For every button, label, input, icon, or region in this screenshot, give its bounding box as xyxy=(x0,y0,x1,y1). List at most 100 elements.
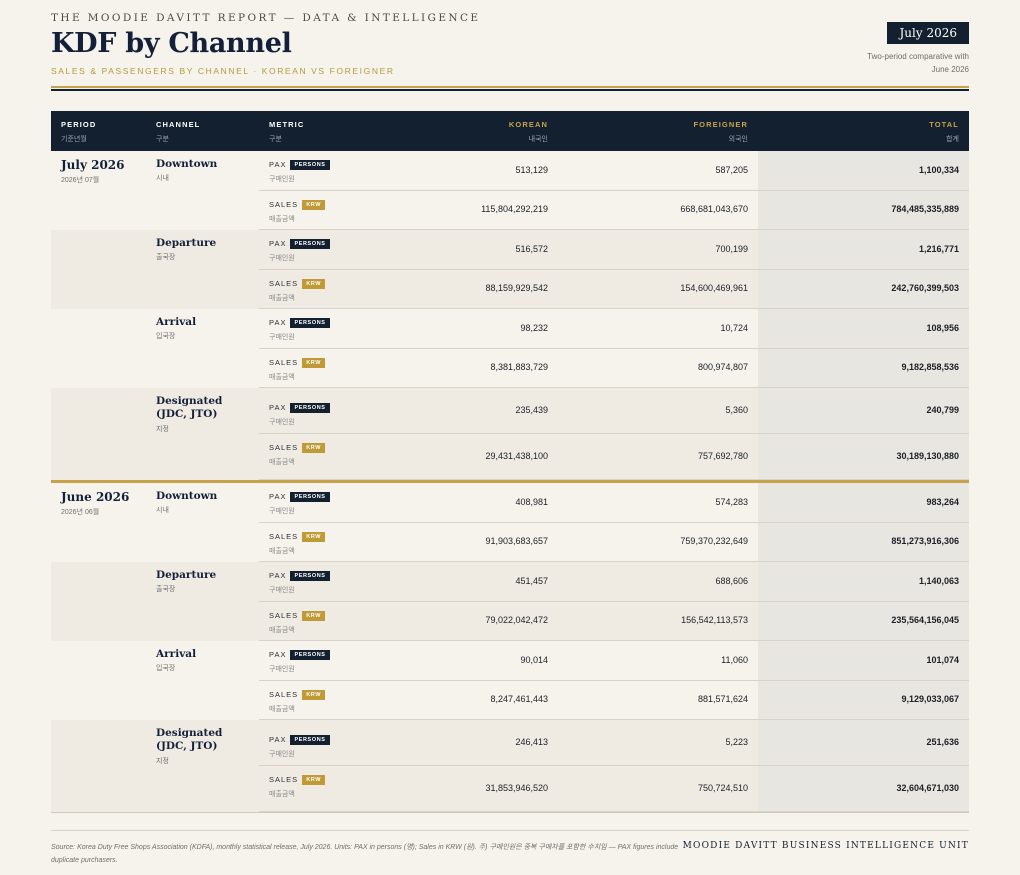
korean-value: 246,413 xyxy=(515,737,548,747)
foreigner-value: 156,542,113,573 xyxy=(681,615,748,626)
sales-metric-label: SALES KRW xyxy=(269,199,326,210)
table-row: SALES KRW 매출금액 88,159,929,542 154,600,469,96… xyxy=(259,270,969,309)
channel-table: PERIOD 기준년월 CHANNEL 구분 METRIC 구분 KOREAN … xyxy=(51,111,969,813)
unit-badge: KRW xyxy=(302,357,326,368)
channel-name: Departure xyxy=(156,237,217,249)
metric-name: SALES xyxy=(269,357,299,367)
korean-value: 31,853,946,520 xyxy=(485,783,548,793)
column-header-label: KOREAN xyxy=(508,120,548,129)
metric-name: PAX xyxy=(269,160,287,169)
channel-name-ko: 출국장 xyxy=(156,254,176,261)
metric-name: PAX xyxy=(269,571,287,580)
column-header-sublabel: 내국인 xyxy=(528,136,548,143)
foreigner-value: 757,692,780 xyxy=(697,451,748,461)
channel-name: Designated (JDC, JTO) xyxy=(156,395,223,420)
compare-note: Two-period comparative with June 2026 xyxy=(867,52,969,74)
table-header: PERIOD 기준년월 CHANNEL 구분 METRIC 구분 KOREAN … xyxy=(51,111,969,151)
total-value: 240,799 xyxy=(926,405,959,415)
channel-name: Arrival xyxy=(156,316,197,328)
foreigner-value: 688,606 xyxy=(715,575,748,586)
korean-value: 79,022,042,472 xyxy=(485,615,548,626)
channel-name: Downtown xyxy=(156,158,218,170)
foreigner-value: 154,600,469,961 xyxy=(680,283,748,294)
pax-metric-label: PAX PERSONS xyxy=(269,160,330,170)
metric-name-ko: 매출금액 xyxy=(269,547,295,555)
total-value: 851,273,916,306 xyxy=(891,536,959,547)
korean-value: 88,159,929,542 xyxy=(485,283,548,294)
metric-name: SALES xyxy=(269,610,299,620)
korean-value: 451,457 xyxy=(515,575,548,586)
korean-value: 8,381,883,729 xyxy=(490,362,548,373)
metric-name: SALES xyxy=(269,199,299,209)
channel-name-ko: 시내 xyxy=(156,175,169,182)
table-row: PAX PERSONS 구매인원 246,413 5,223 251,636 xyxy=(259,720,969,766)
metric-name-ko: 구매인원 xyxy=(269,666,295,673)
metric-name: SALES xyxy=(269,443,299,452)
column-header-label: FOREIGNER xyxy=(693,120,748,129)
page-title: KDF by Channel xyxy=(51,28,292,59)
metric-name: SALES xyxy=(269,689,299,699)
foreigner-value: 5,360 xyxy=(725,405,748,415)
source-note: Source: Korea Duty Free Shops Associatio… xyxy=(51,844,679,864)
metric-name-ko: 구매인원 xyxy=(269,419,295,426)
unit-badge: PERSONS xyxy=(290,160,330,170)
column-header-total: TOTAL 합계 xyxy=(929,120,959,144)
unit-badge: KRW xyxy=(302,610,326,621)
header-rule-gold xyxy=(51,86,969,88)
total-value: 983,264 xyxy=(926,496,959,507)
total-value: 9,182,858,536 xyxy=(901,362,959,373)
korean-value: 516,572 xyxy=(515,243,548,254)
pax-metric-label: PAX PERSONS xyxy=(269,571,330,581)
unit-badge: PERSONS xyxy=(290,735,330,745)
total-value: 108,956 xyxy=(926,322,959,333)
korean-value: 513,129 xyxy=(515,164,548,175)
channel-name: Downtown xyxy=(156,490,218,502)
sales-metric-label: SALES KRW xyxy=(269,775,326,785)
channel-name: Designated (JDC, JTO) xyxy=(156,727,223,752)
column-header-korean: KOREAN 내국인 xyxy=(509,120,548,144)
unit-badge: KRW xyxy=(302,775,326,785)
total-value: 30,189,130,880 xyxy=(896,451,959,461)
pax-metric-label: PAX PERSONS xyxy=(269,492,330,502)
korean-value: 235,439 xyxy=(515,405,548,415)
table-row: PAX PERSONS 구매인원 451,457 688,606 1,140,063 xyxy=(259,562,969,602)
pax-metric-label: PAX PERSONS xyxy=(269,650,330,660)
metric-name-ko: 구매인원 xyxy=(269,751,295,758)
table-row: SALES KRW 매출금액 8,247,461,443 881,571,624 9,12… xyxy=(259,681,969,720)
unit-badge: PERSONS xyxy=(290,571,330,581)
total-value: 101,074 xyxy=(926,654,959,665)
unit-badge: PERSONS xyxy=(290,239,330,249)
metric-name-ko: 매출금액 xyxy=(269,705,295,713)
unit-badge: PERSONS xyxy=(290,650,330,660)
table-row: PAX PERSONS 구매인원 235,439 5,360 240,799 xyxy=(259,388,969,434)
column-header-sublabel: 구분 xyxy=(156,136,169,143)
foreigner-value: 881,571,624 xyxy=(697,694,748,705)
pax-metric-label: PAX PERSONS xyxy=(269,403,330,413)
total-value: 251,636 xyxy=(926,737,959,747)
korean-value: 29,431,438,100 xyxy=(485,451,548,461)
metric-name-ko: 매출금액 xyxy=(269,459,295,466)
foreigner-value: 668,681,043,670 xyxy=(680,204,748,215)
metric-name-ko: 구매인원 xyxy=(269,334,295,341)
sales-metric-label: SALES KRW xyxy=(269,443,326,453)
metric-name-ko: 매출금액 xyxy=(269,626,295,634)
page-subtitle: SALES & PASSENGERS BY CHANNEL · KOREAN V… xyxy=(51,66,395,76)
channel-name: Arrival xyxy=(156,648,197,660)
pax-metric-label: PAX PERSONS xyxy=(269,318,330,328)
period-label: July 2026 xyxy=(61,158,125,172)
column-header-foreigner: FOREIGNER 외국인 xyxy=(694,120,749,144)
pax-metric-label: PAX PERSONS xyxy=(269,735,330,745)
metric-name-ko: 구매인원 xyxy=(269,255,295,262)
channel-name-ko: 입국장 xyxy=(156,333,176,340)
sales-metric-label: SALES KRW xyxy=(269,278,326,289)
table-row: PAX PERSONS 구매인원 516,572 700,199 1,216,771 xyxy=(259,230,969,270)
metric-name-ko: 구매인원 xyxy=(269,176,295,183)
unit-badge: PERSONS xyxy=(290,318,330,328)
korean-value: 408,981 xyxy=(515,496,548,507)
column-header-label: CHANNEL xyxy=(156,120,201,129)
korean-value: 115,804,292,219 xyxy=(481,204,548,215)
total-value: 1,216,771 xyxy=(918,243,959,254)
column-header-label: METRIC xyxy=(269,120,305,129)
metric-name-ko: 매출금액 xyxy=(269,294,295,302)
metric-name: PAX xyxy=(269,318,287,327)
